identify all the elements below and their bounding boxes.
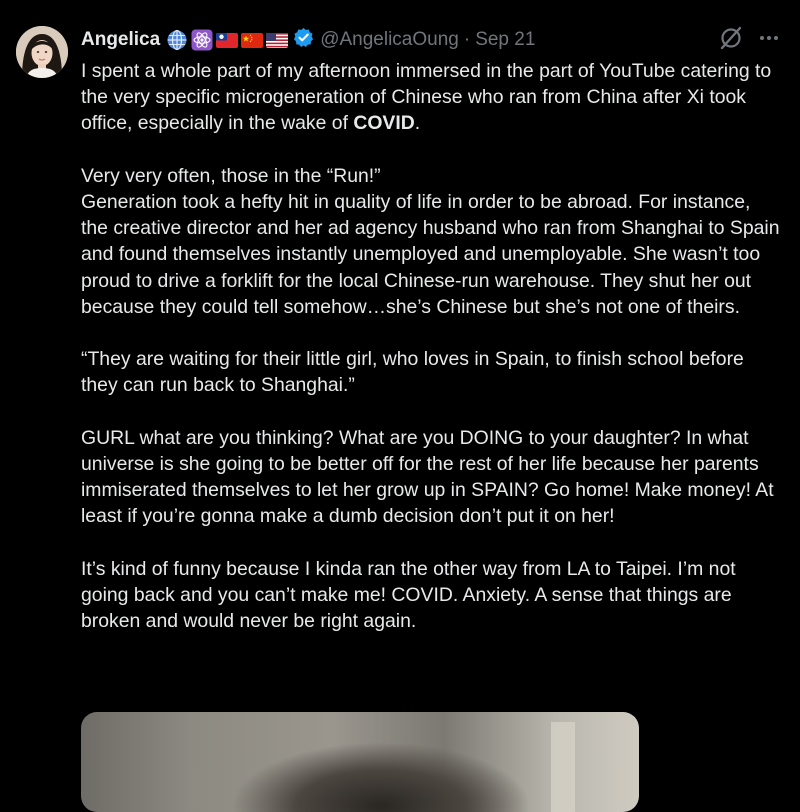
globe-icon [166,29,188,51]
verified-badge-icon[interactable] [293,27,314,54]
media-figure [231,742,531,812]
author-name[interactable]: Angelica [81,29,160,51]
atom-icon [191,29,213,51]
tweet-header: Angelica @AngelicaOung · Sep 21 [81,26,535,54]
tweet-paragraph-4: GURL what are you thinking? What are you… [81,426,774,528]
author-handle[interactable]: @AngelicaOung [320,29,459,51]
grok-icon[interactable] [718,25,744,56]
tweet-paragraph-3: “They are waiting for their little girl,… [81,348,744,397]
tweet-date[interactable]: Sep 21 [475,29,535,51]
more-icon[interactable] [758,27,780,54]
separator-dot: · [463,29,471,50]
tweet: Angelica @AngelicaOung · Sep 21 I spent … [0,0,800,812]
tweet-media-image[interactable] [81,712,639,812]
tweet-paragraph-2: Very very often, those in the “Run!” Gen… [81,164,780,318]
media-frame [551,722,575,812]
tweet-text-intro: I spent a whole part of my afternoon imm… [81,60,772,135]
avatar[interactable] [16,26,68,78]
us-flag-icon [266,29,289,51]
tweet-actions [718,26,780,54]
taiwan-flag-icon [216,29,239,51]
china-flag-icon [241,29,264,51]
tweet-text-intro-end: . [414,112,421,135]
tweet-text: I spent a whole part of my afternoon imm… [81,58,781,634]
tweet-text-covid: COVID [353,112,415,135]
tweet-paragraph-5: It’s kind of funny because I kinda ran t… [81,557,736,633]
